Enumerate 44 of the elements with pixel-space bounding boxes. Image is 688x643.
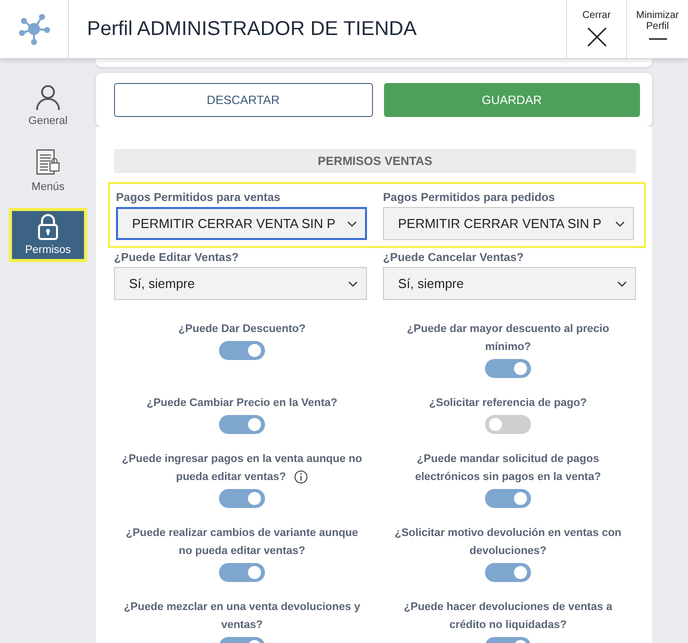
window-title: Perfil ADMINISTRADOR DE TIENDA <box>86 16 418 42</box>
minimize-button[interactable]: Minimizar Perfil <box>626 0 688 58</box>
close-icon <box>586 27 606 47</box>
toggle-switch[interactable] <box>485 563 531 582</box>
toggle-switch[interactable] <box>485 359 531 378</box>
toggle-switch[interactable] <box>485 489 531 508</box>
field-label: Pagos Permitidos para pedidos <box>383 192 556 204</box>
field-label: ¿Puede Cancelar Ventas? <box>383 252 525 264</box>
select-field[interactable]: Sí, siempre <box>114 267 367 300</box>
toggle-label: ¿Puede dar mayor descuento al precio mínimo? <box>406 322 610 355</box>
toggle-switch[interactable] <box>219 563 265 582</box>
chevron-down-icon <box>615 220 625 226</box>
close-button[interactable]: Cerrar <box>566 0 626 58</box>
sidebar-item[interactable]: Permisos <box>12 211 84 259</box>
toggle-label: ¿Solicitar referencia de pago? <box>429 396 587 411</box>
toggle-switch[interactable] <box>485 415 531 434</box>
select-field[interactable]: PERMITIR CERRAR VENTA SIN P <box>383 207 634 240</box>
toggle-label: ¿Puede Cambiar Precio en la Venta? <box>146 396 338 411</box>
sidebar-item[interactable]: General <box>8 79 88 131</box>
info-icon[interactable] <box>294 470 308 484</box>
toggle-label: ¿Puede ingresar pagos en la venta aunque no pueda editar ventas? <box>120 452 364 486</box>
chevron-down-icon <box>617 280 627 286</box>
toggle-switch[interactable] <box>219 341 265 360</box>
field-label: Pagos Permitidos para ventas <box>116 192 282 204</box>
toggle-label: ¿Puede hacer devoluciones de ventas a crédito no liquidadas? <box>402 600 614 633</box>
minimize-icon <box>648 38 666 40</box>
toggle-label: ¿Puede mezclar en una venta devoluciones y ventas? <box>122 600 362 633</box>
section-title: PERMISOS VENTAS <box>114 149 636 173</box>
toggle-label: ¿Puede mandar solicitud de pagos electrónicos sin pagos en la venta? <box>414 452 602 485</box>
lock-icon <box>37 214 59 240</box>
select-field[interactable]: Sí, siempre <box>383 267 636 300</box>
toggle-label: ¿Puede Dar Descuento? <box>178 322 306 337</box>
person-icon <box>34 83 62 111</box>
toggle-switch[interactable] <box>219 489 265 508</box>
discard-button[interactable]: DESCARTAR <box>114 83 372 117</box>
select-field[interactable]: PERMITIR CERRAR VENTA SIN P <box>116 207 367 240</box>
toggle-label: ¿Solicitar motivo devolución en ventas con devoluciones? <box>394 526 622 559</box>
document-lock-icon <box>36 149 60 177</box>
toggle-label: ¿Puede realizar cambios de variante aunque no pueda editar ventas? <box>124 526 360 559</box>
chevron-down-icon <box>348 280 358 286</box>
sidebar-item[interactable]: Menús <box>8 145 88 197</box>
chevron-down-icon <box>347 220 357 226</box>
field-label: ¿Puede Editar Ventas? <box>114 252 240 264</box>
toggle-switch[interactable] <box>219 415 265 434</box>
